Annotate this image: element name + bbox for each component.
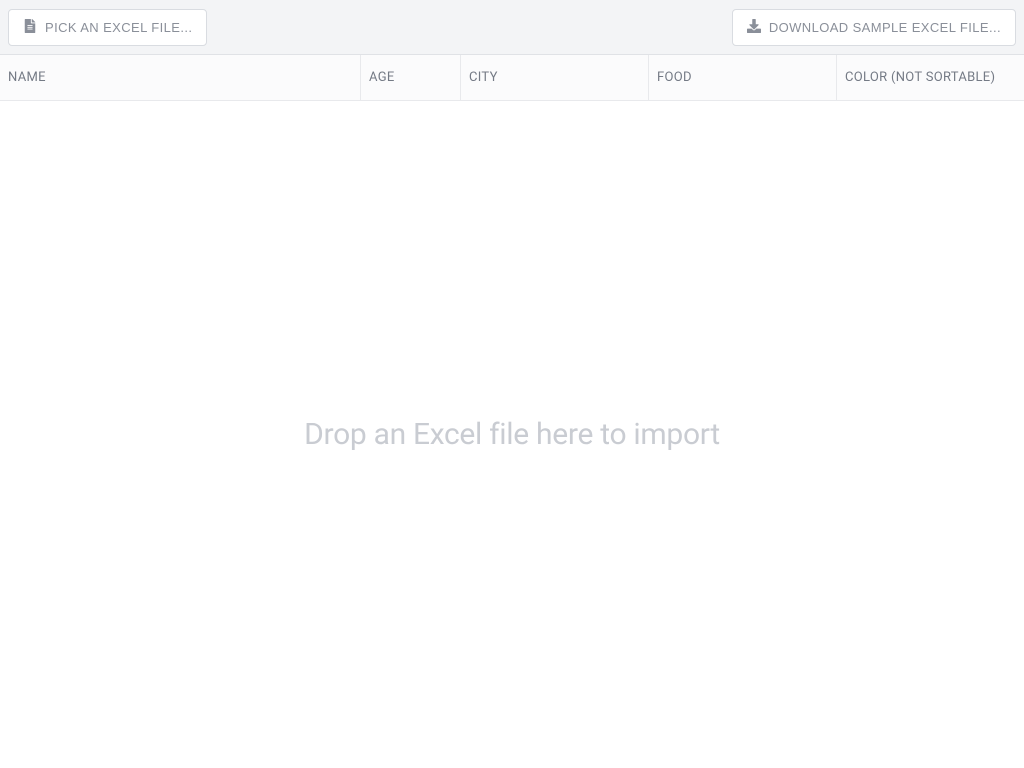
column-label: FOOD (657, 70, 692, 85)
download-sample-label: DOWNLOAD SAMPLE EXCEL FILE... (769, 20, 1001, 35)
download-sample-button[interactable]: DOWNLOAD SAMPLE EXCEL FILE... (732, 9, 1016, 46)
column-label: AGE (369, 70, 395, 85)
column-header-age[interactable]: AGE (360, 55, 460, 100)
column-label: NAME (8, 70, 46, 85)
column-label: COLOR (NOT SORTABLE) (845, 70, 995, 85)
column-header-food[interactable]: FOOD (648, 55, 836, 100)
column-header-city[interactable]: CITY (460, 55, 648, 100)
table-header-row: NAME AGE CITY FOOD COLOR (NOT SORTABLE) (0, 55, 1024, 101)
pick-file-button[interactable]: PICK AN EXCEL FILE... (8, 9, 207, 46)
download-icon (747, 19, 761, 36)
column-header-color: COLOR (NOT SORTABLE) (836, 55, 1024, 100)
drop-zone-message: Drop an Excel file here to import (304, 417, 720, 452)
file-icon (23, 19, 37, 36)
pick-file-label: PICK AN EXCEL FILE... (45, 20, 192, 35)
toolbar: PICK AN EXCEL FILE... DOWNLOAD SAMPLE EX… (0, 0, 1024, 55)
drop-zone[interactable]: Drop an Excel file here to import (0, 101, 1024, 768)
column-header-name[interactable]: NAME (0, 55, 360, 100)
column-label: CITY (469, 70, 498, 85)
